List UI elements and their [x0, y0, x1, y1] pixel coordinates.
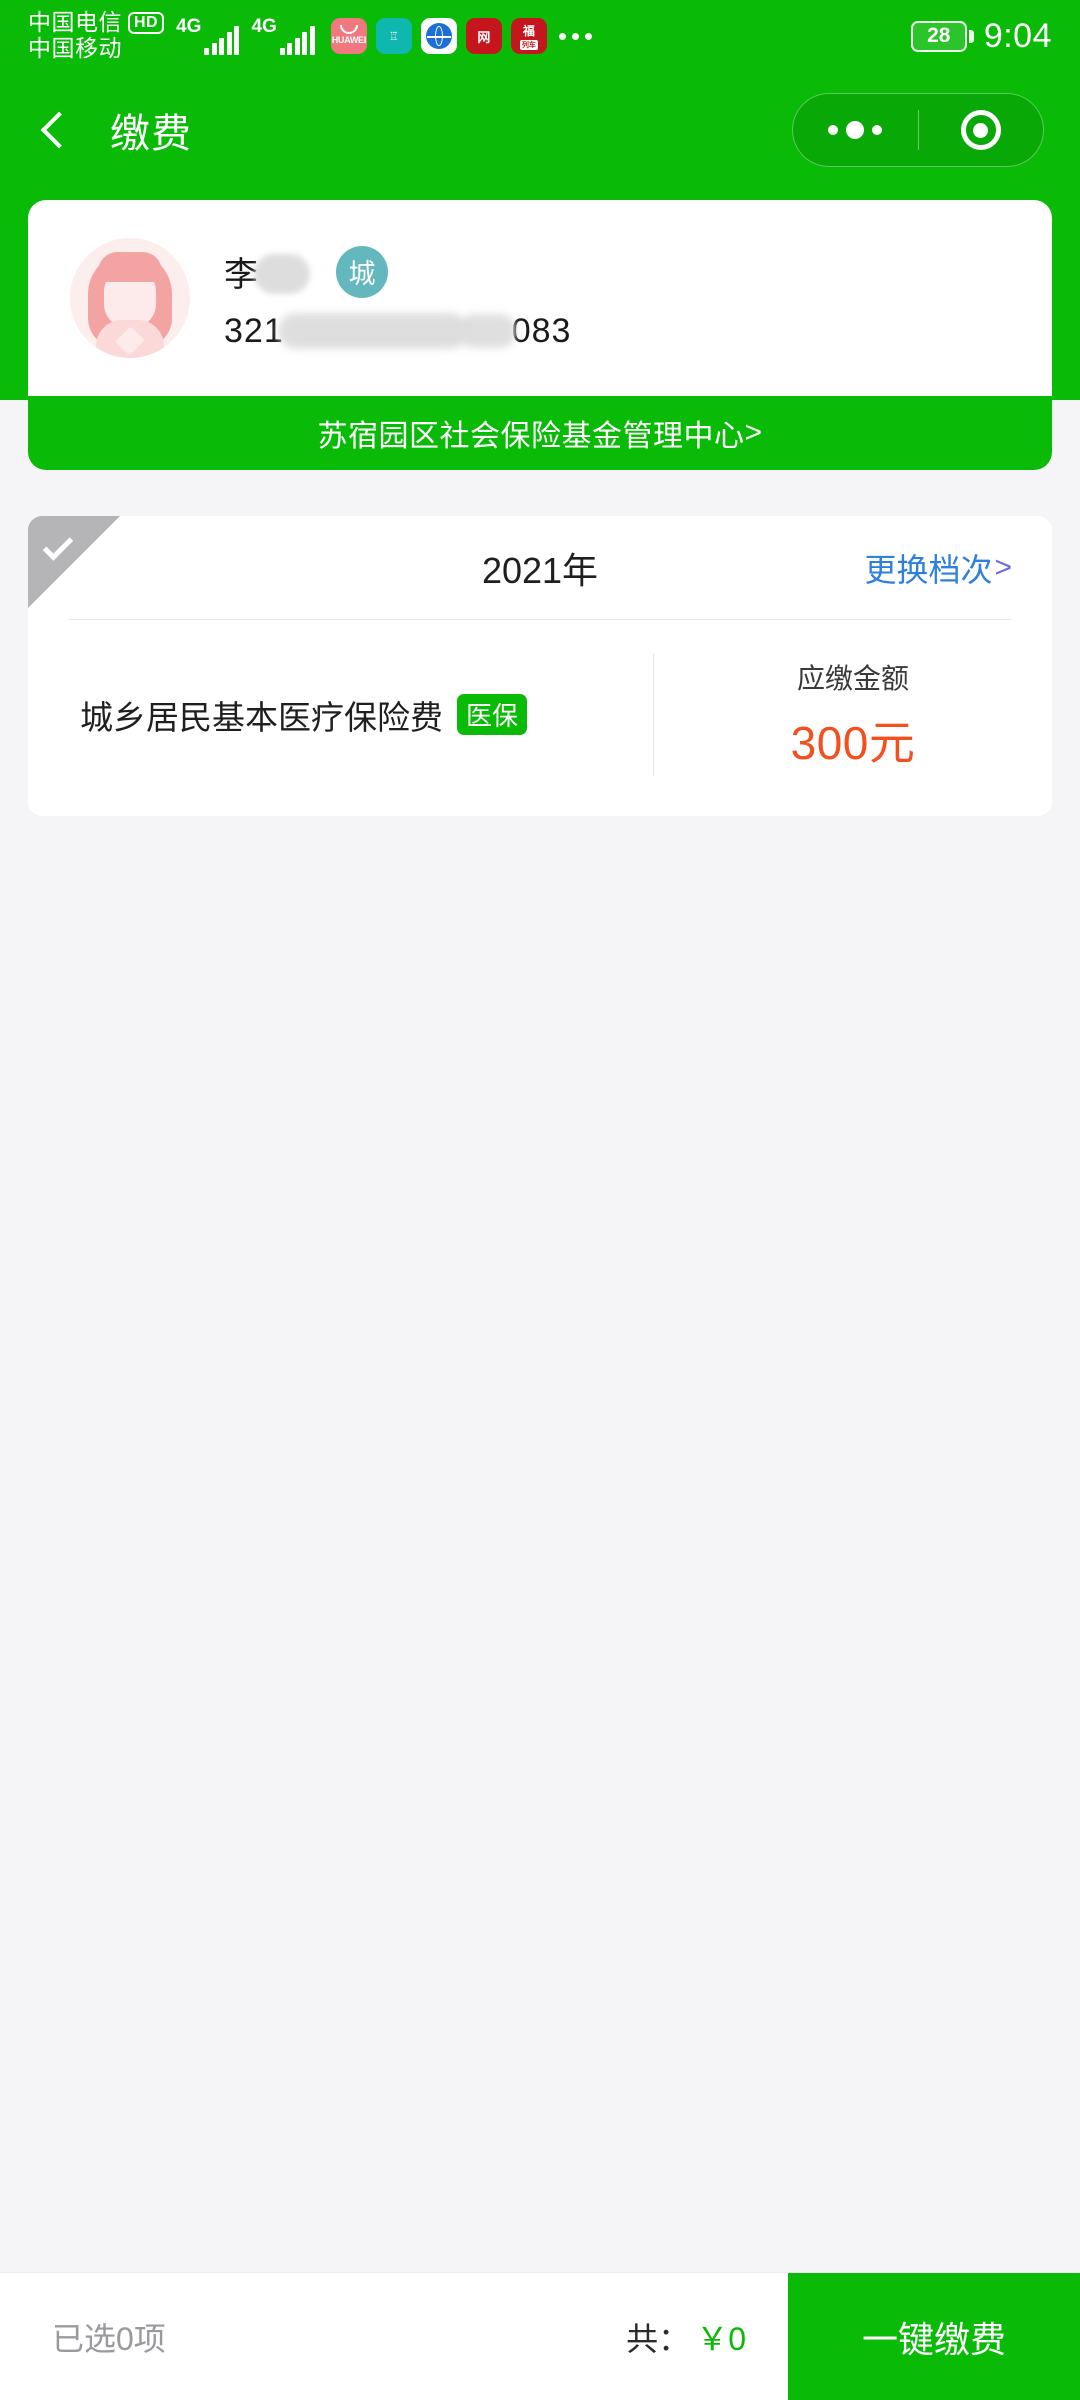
- more-dots-icon: [828, 121, 883, 139]
- payment-card-body: 城乡居民基本医疗保险费 医保 应缴金额 300元: [28, 620, 1052, 810]
- carrier-labels: 中国电信 HD 中国移动: [28, 9, 165, 62]
- status-bar-right: 28 9:04: [910, 16, 1052, 56]
- insurance-badge: 医保: [457, 694, 528, 735]
- organization-chevron-icon: >: [744, 416, 763, 449]
- signal-indicator-2: 4G: [251, 16, 315, 55]
- carrier-2-label: 中国移动: [28, 35, 122, 61]
- clock-label: 9:04: [983, 16, 1052, 55]
- total-label: 共：: [626, 2320, 691, 2357]
- huawei-icon: HUAWEI: [330, 18, 367, 54]
- battery-indicator: 28: [910, 20, 974, 52]
- page-title: 缴费: [110, 112, 192, 156]
- fee-name-label: 城乡居民基本医疗保险费 医保: [80, 691, 528, 739]
- avatar: [70, 238, 190, 358]
- amount-section: 应缴金额 300元: [654, 620, 1052, 810]
- hd-indicator: HD: [128, 11, 165, 35]
- nav-bar: 缴费: [0, 76, 1080, 184]
- notification-icons: HUAWEI ♖ 网 福列车: [330, 18, 547, 54]
- redacted-name-mask: [254, 254, 310, 294]
- fee-name-section: 城乡居民基本医疗保险费 医保: [28, 620, 653, 810]
- signal-indicator-1: 4G: [176, 16, 240, 55]
- network-type-1-label: 4G: [176, 16, 202, 37]
- amount-value: 300元: [790, 717, 916, 769]
- user-id-number: 321 083: [224, 312, 571, 351]
- redacted-id-mask-2: [457, 314, 516, 348]
- overflow-dots-icon: [558, 32, 592, 40]
- id-suffix: 083: [511, 311, 572, 350]
- total-section: 共： ￥0: [626, 2273, 788, 2400]
- battery-level-label: 28: [927, 24, 951, 47]
- change-tier-chevron-icon: >: [994, 550, 1012, 584]
- globe-icon: [420, 18, 457, 54]
- payment-item-card[interactable]: 2021年 更换档次 > 城乡居民基本医疗保险费 医保 应缴金额 300元: [28, 516, 1052, 816]
- user-name-row: 李 城: [224, 245, 571, 298]
- change-tier-link[interactable]: 更换档次 >: [864, 545, 1012, 591]
- red-app-icon: 网: [465, 18, 502, 54]
- user-card: 李 城 321 083: [28, 200, 1052, 396]
- more-menu-button[interactable]: [793, 94, 918, 166]
- organization-bar[interactable]: 苏宿园区社会保险基金管理中心 >: [28, 396, 1052, 470]
- amount-label: 应缴金额: [796, 663, 909, 694]
- red-coupon-icon: 福列车: [510, 18, 547, 54]
- payment-card-header: 2021年 更换档次 >: [68, 516, 1012, 620]
- target-circle-icon: [960, 110, 1001, 150]
- change-tier-label: 更换档次: [864, 551, 993, 588]
- signal-bars-2-icon: [279, 25, 315, 55]
- selected-count-label: 已选0项: [52, 2320, 166, 2357]
- pay-button[interactable]: 一键缴费: [788, 2273, 1080, 2400]
- bottom-action-bar: 已选0项 共： ￥0 一键缴费: [0, 2272, 1080, 2400]
- back-chevron-icon[interactable]: [36, 108, 80, 152]
- id-prefix: 321: [224, 311, 284, 350]
- redacted-id-mask: [277, 313, 468, 349]
- close-miniprogram-button[interactable]: [919, 94, 1044, 166]
- user-name: 李: [224, 247, 310, 296]
- organization-label: 苏宿园区社会保险基金管理中心: [317, 420, 745, 453]
- total-value: ￥0: [696, 2320, 746, 2357]
- app-screen: 中国电信 HD 中国移动 4G 4G HUAWEI ♖ 网 福列车 28 9:0…: [0, 0, 1080, 2400]
- network-type-2-label: 4G: [251, 16, 277, 37]
- mi-icon: ♖: [375, 18, 412, 54]
- miniprogram-capsule: [792, 93, 1044, 167]
- signal-bars-1-icon: [204, 25, 240, 55]
- user-info: 李 城 321 083: [224, 245, 571, 351]
- carrier-1-label: 中国电信: [28, 9, 122, 36]
- status-bar: 中国电信 HD 中国移动 4G 4G HUAWEI ♖ 网 福列车 28 9:0…: [0, 0, 1080, 72]
- status-badge: 城: [336, 245, 388, 298]
- payment-year-label: 2021年: [481, 549, 599, 591]
